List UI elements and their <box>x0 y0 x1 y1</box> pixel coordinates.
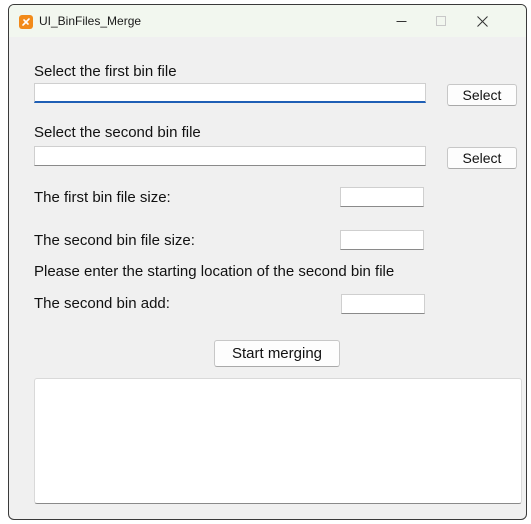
close-icon <box>476 15 488 27</box>
select-first-file-button[interactable]: Select <box>447 84 517 106</box>
title-bar[interactable]: UI_BinFiles_Merge <box>9 5 526 37</box>
first-file-path-input[interactable] <box>34 83 426 103</box>
second-bin-address-label: The second bin add: <box>34 295 170 312</box>
close-button[interactable] <box>462 5 502 37</box>
select-second-file-button[interactable]: Select <box>447 147 517 169</box>
start-merging-button[interactable]: Start merging <box>214 340 340 367</box>
minimize-button[interactable] <box>381 5 421 37</box>
second-file-label: Select the second bin file <box>34 124 201 141</box>
first-file-label: Select the first bin file <box>34 63 177 80</box>
second-file-size-label: The second bin file size: <box>34 232 195 249</box>
second-bin-address-input[interactable] <box>341 294 425 314</box>
second-file-size-field[interactable] <box>340 230 424 250</box>
second-file-path-input[interactable] <box>34 146 426 166</box>
maximize-button[interactable] <box>421 5 461 37</box>
address-instruction-text: Please enter the starting location of th… <box>34 263 395 280</box>
minimize-icon <box>396 20 406 22</box>
maximize-icon <box>436 16 446 26</box>
output-log-textarea[interactable] <box>34 378 522 504</box>
window-title: UI_BinFiles_Merge <box>39 14 142 28</box>
first-file-size-field[interactable] <box>340 187 424 207</box>
app-logo-icon <box>19 15 33 29</box>
app-window: UI_BinFiles_Merge Select the first bin f… <box>8 4 527 520</box>
first-file-size-label: The first bin file size: <box>34 189 171 206</box>
